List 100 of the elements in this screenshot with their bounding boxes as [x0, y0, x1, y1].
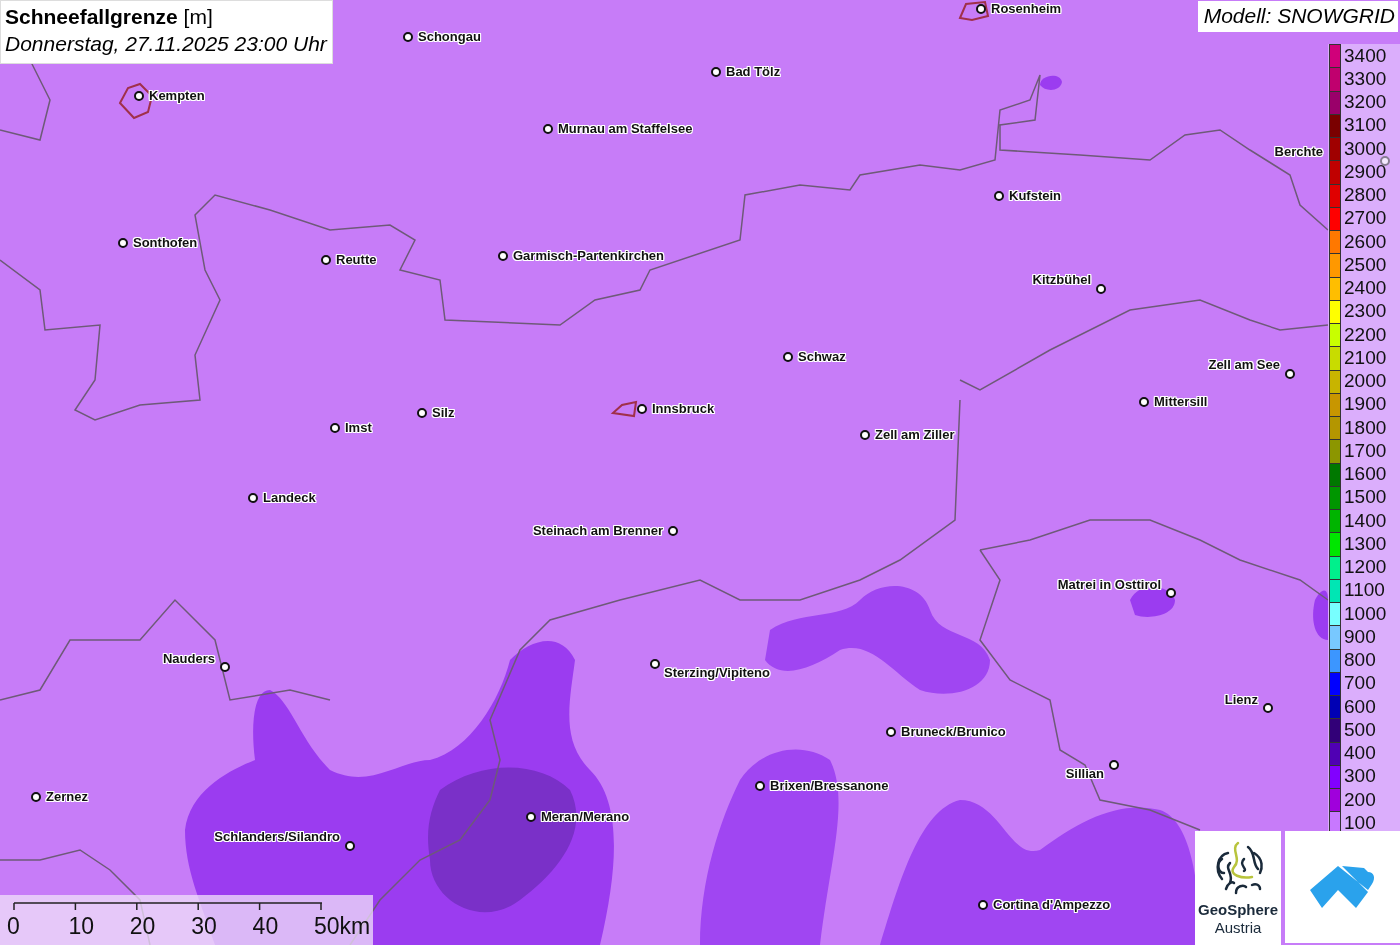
city-label: Silz: [432, 404, 455, 422]
legend-label: 1800: [1344, 417, 1387, 438]
legend-label: 1600: [1344, 464, 1387, 485]
city-label: Nauders: [162, 650, 215, 668]
city-label: Rosenheim: [991, 0, 1062, 18]
city-boundary: [610, 400, 638, 418]
legend-label: 2100: [1344, 347, 1387, 368]
legend-label: 3300: [1344, 68, 1387, 89]
city-label: Bruneck/Brunico: [901, 723, 1006, 741]
legend-label: 2000: [1344, 371, 1387, 392]
scale-tick-label: 30: [191, 913, 217, 939]
city-label: Lienz: [1224, 691, 1258, 709]
city-marker-icon: [860, 430, 870, 440]
city-label: Berchte: [1274, 143, 1323, 161]
city-label: Bad Tölz: [726, 63, 781, 81]
city-label: Cortina d'Ampezzo: [993, 896, 1111, 914]
city-label: Innsbruck: [652, 400, 715, 418]
city-marker-icon: [330, 423, 340, 433]
city-label: Mittersill: [1154, 393, 1208, 411]
city-marker-icon: [1109, 760, 1119, 770]
legend-label: 2500: [1344, 254, 1387, 275]
city-marker-icon: [1139, 397, 1149, 407]
legend-label: 1400: [1344, 510, 1387, 531]
legend-label: 3100: [1344, 115, 1387, 136]
city-marker-icon: [403, 32, 413, 42]
legend-label: 2200: [1344, 324, 1387, 345]
legend-label: 100: [1344, 812, 1376, 833]
legend-label: 3200: [1344, 92, 1387, 113]
legend-label: 2600: [1344, 231, 1387, 252]
city-label: Matrei in Osttirol: [1057, 576, 1161, 594]
legend-label: 2400: [1344, 278, 1387, 299]
city-marker-icon: [978, 900, 988, 910]
city-marker-icon: [321, 255, 331, 265]
legend-label: 900: [1344, 626, 1376, 647]
city-label: Zernez: [46, 788, 88, 806]
city-label: Murnau am Staffelsee: [558, 120, 693, 138]
legend-label: 1100: [1344, 580, 1385, 601]
city-label: Garmisch-Partenkirchen: [513, 247, 664, 265]
legend-label: 2900: [1344, 161, 1387, 182]
legend-label: 700: [1344, 673, 1376, 694]
legend-label: 1500: [1344, 487, 1387, 508]
scale-tick-label: 10: [68, 913, 94, 939]
low-snowline-area: [1313, 590, 1328, 640]
city-marker-icon: [498, 251, 508, 261]
scale-tick-label: 40: [252, 913, 279, 939]
city-marker-icon: [976, 4, 986, 14]
city-label: Brixen/Bressanone: [770, 777, 889, 795]
city-marker-icon: [417, 408, 427, 418]
legend-label: 3400: [1344, 45, 1387, 66]
legend-label: 1000: [1344, 603, 1387, 624]
city-label: Reutte: [336, 251, 377, 269]
legend-label: 2800: [1344, 185, 1387, 206]
legend-label: 400: [1344, 743, 1376, 764]
city-marker-icon: [1096, 284, 1106, 294]
city-marker-icon: [118, 238, 128, 248]
city-label: Sillian: [1065, 765, 1104, 783]
city-marker-icon: [526, 812, 536, 822]
city-marker-icon: [755, 781, 765, 791]
city-label: Meran/Merano: [541, 808, 630, 826]
city-label: Landeck: [263, 489, 316, 507]
city-boundary: [958, 0, 990, 22]
scale-tick-label: 20: [129, 913, 156, 939]
legend-label: 1200: [1344, 557, 1387, 578]
city-marker-icon: [248, 493, 258, 503]
city-marker-icon: [783, 352, 793, 362]
city-marker-icon: [345, 841, 355, 851]
low-snowline-area: [1040, 75, 1062, 90]
logo-text: Austria: [1214, 919, 1262, 937]
city-marker-icon: [1380, 156, 1390, 166]
city-marker-icon: [994, 191, 1004, 201]
city-label: Imst: [345, 419, 372, 437]
city-label: Sterzing/Vipiteno: [664, 664, 770, 682]
legend-label: 1900: [1344, 394, 1387, 415]
legend-label: 300: [1344, 766, 1376, 787]
legend-label: 600: [1344, 696, 1376, 717]
forecast-datetime: Donnerstag, 27.11.2025 23:00 Uhr: [5, 31, 327, 57]
legend-label: 1700: [1344, 440, 1387, 461]
map-title: Schneefallgrenze [m]: [5, 4, 214, 30]
legend-label: 2700: [1344, 208, 1387, 229]
city-label: Kufstein: [1009, 187, 1061, 205]
snow-roof-logo-icon: [1309, 864, 1376, 910]
legend-label: 800: [1344, 650, 1376, 671]
city-marker-icon: [711, 67, 721, 77]
city-marker-icon: [543, 124, 553, 134]
legend-label: 200: [1344, 789, 1376, 810]
city-marker-icon: [668, 526, 678, 536]
city-marker-icon: [134, 91, 144, 101]
city-label: Sonthofen: [133, 234, 198, 252]
legend-label: 2300: [1344, 301, 1387, 322]
city-label: Kempten: [149, 87, 205, 105]
city-label: Kitzbühel: [1032, 271, 1091, 289]
city-marker-icon: [886, 727, 896, 737]
city-label: Zell am Ziller: [875, 426, 955, 444]
city-label: Schwaz: [798, 348, 846, 366]
city-label: Schlanders/Silandro: [214, 828, 340, 846]
legend-label: 500: [1344, 719, 1376, 740]
city-label: Steinach am Brenner: [532, 522, 663, 540]
city-marker-icon: [1166, 588, 1176, 598]
scale-tick-label: 50km: [314, 913, 371, 939]
city-label: Zell am See: [1208, 356, 1280, 374]
